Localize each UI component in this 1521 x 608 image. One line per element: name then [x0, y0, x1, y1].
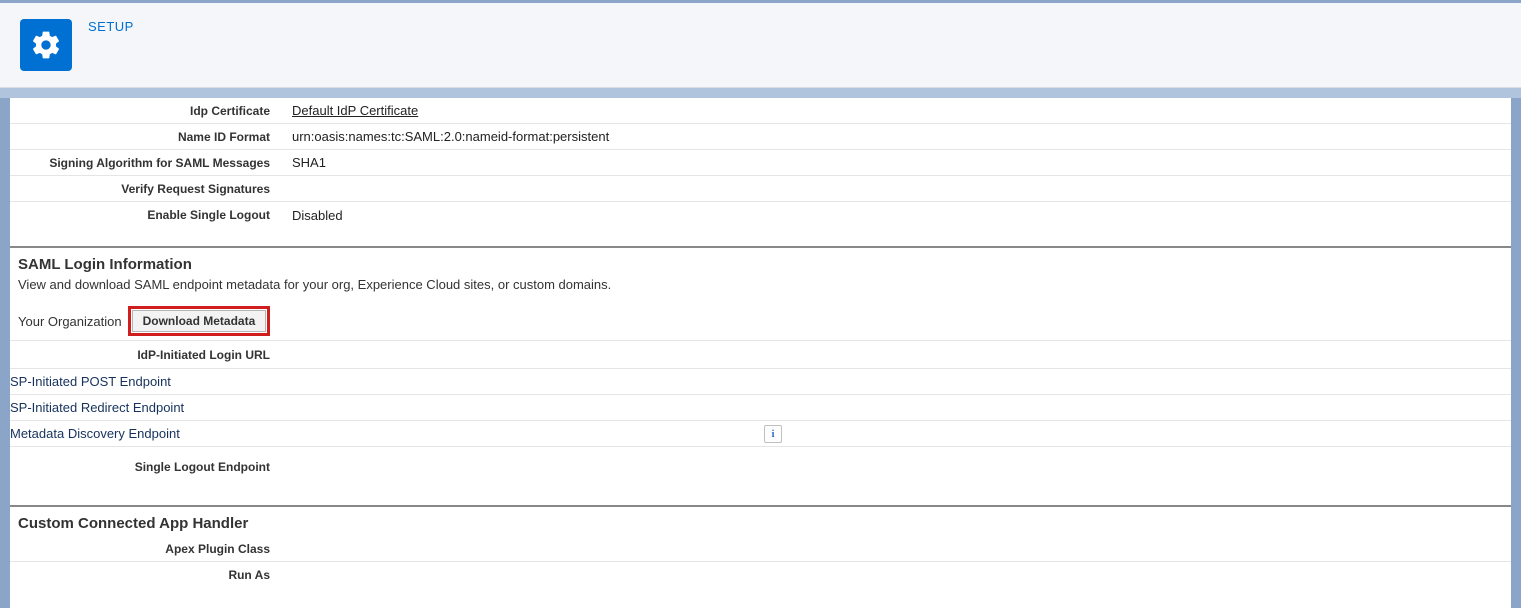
enable-slo-row: Enable Single Logout Disabled: [10, 202, 1511, 228]
idp-certificate-label: Idp Certificate: [10, 104, 290, 118]
page-title: SETUP: [88, 19, 134, 34]
metadata-discovery-row: Metadata Discovery Endpoint i: [10, 421, 1511, 447]
enable-slo-value: Disabled: [290, 208, 1511, 223]
header-bar: SETUP: [0, 0, 1521, 88]
signing-algorithm-row: Signing Algorithm for SAML Messages SHA1: [10, 150, 1511, 176]
idp-login-url-label: IdP-Initiated Login URL: [10, 348, 290, 362]
sp-redirect-endpoint-row: SP-Initiated Redirect Endpoint: [10, 395, 1511, 421]
info-icon[interactable]: i: [764, 425, 782, 443]
signing-algorithm-value: SHA1: [290, 155, 1511, 170]
verify-request-row: Verify Request Signatures: [10, 176, 1511, 202]
name-id-format-value: urn:oasis:names:tc:SAML:2.0:nameid-forma…: [290, 129, 1511, 144]
gear-icon: [30, 29, 62, 61]
idp-login-url-row: IdP-Initiated Login URL: [10, 341, 1511, 369]
info-icon-letter: i: [771, 428, 774, 440]
custom-handler-title: Custom Connected App Handler: [10, 507, 1511, 536]
name-id-format-row: Name ID Format urn:oasis:names:tc:SAML:2…: [10, 124, 1511, 150]
your-organization-label: Your Organization: [18, 314, 128, 329]
page-wrap: Idp Certificate Default IdP Certificate …: [0, 98, 1521, 608]
apex-plugin-label: Apex Plugin Class: [10, 542, 290, 556]
idp-certificate-value[interactable]: Default IdP Certificate: [290, 103, 1511, 118]
verify-request-label: Verify Request Signatures: [10, 182, 290, 196]
saml-login-section-subtitle: View and download SAML endpoint metadata…: [10, 277, 1511, 302]
idp-certificate-row: Idp Certificate Default IdP Certificate: [10, 98, 1511, 124]
sp-redirect-endpoint-label: SP-Initiated Redirect Endpoint: [10, 400, 184, 415]
run-as-label: Run As: [10, 568, 290, 582]
run-as-row: Run As: [10, 562, 1511, 588]
slo-endpoint-label: Single Logout Endpoint: [10, 460, 290, 474]
download-highlight-box: Download Metadata: [128, 306, 271, 336]
setup-gear-icon: [20, 19, 72, 71]
slo-endpoint-row: Single Logout Endpoint: [10, 447, 1511, 487]
metadata-discovery-label: Metadata Discovery Endpoint: [10, 426, 180, 441]
saml-login-section-title: SAML Login Information: [10, 248, 1511, 277]
download-metadata-button[interactable]: Download Metadata: [132, 310, 267, 332]
apex-plugin-row: Apex Plugin Class: [10, 536, 1511, 562]
signing-algorithm-label: Signing Algorithm for SAML Messages: [10, 156, 290, 170]
content-area: Idp Certificate Default IdP Certificate …: [10, 98, 1511, 608]
name-id-format-label: Name ID Format: [10, 130, 290, 144]
sp-post-endpoint-row: SP-Initiated POST Endpoint: [10, 369, 1511, 395]
enable-slo-label: Enable Single Logout: [10, 208, 290, 222]
your-organization-row: Your Organization Download Metadata: [10, 302, 1511, 341]
sp-post-endpoint-label: SP-Initiated POST Endpoint: [10, 374, 171, 389]
